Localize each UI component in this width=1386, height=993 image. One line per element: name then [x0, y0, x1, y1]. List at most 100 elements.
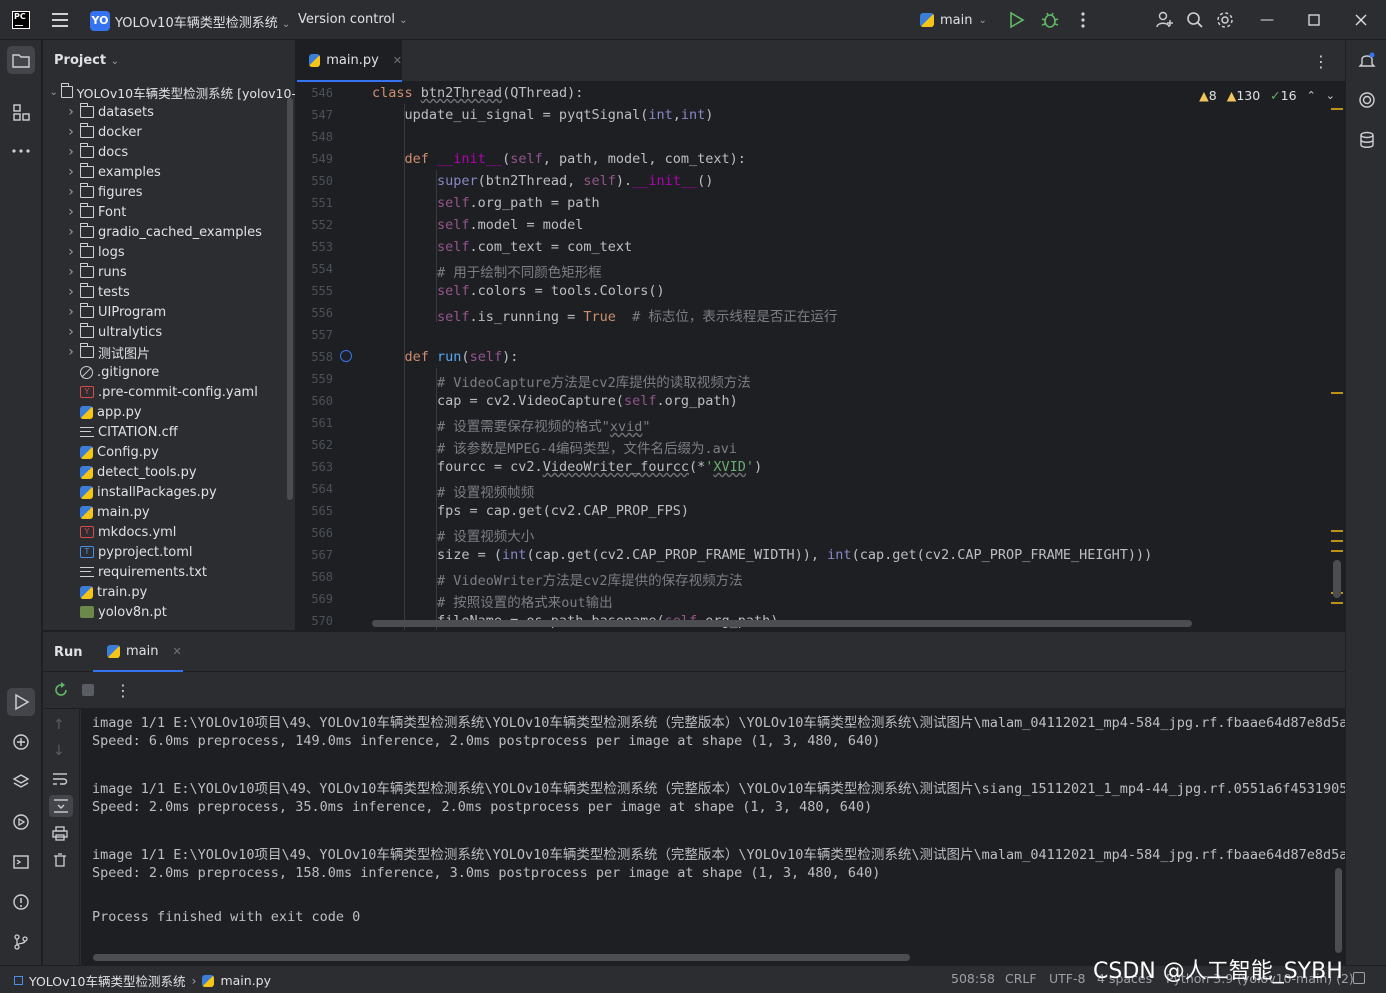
line-number[interactable]: 557	[297, 328, 333, 342]
console-vertical-scrollbar[interactable]	[1335, 868, 1342, 953]
file-encoding[interactable]: UTF-8	[1049, 971, 1085, 986]
breadcrumb-project[interactable]: YOLOv10车辆类型检测系统	[29, 971, 185, 990]
up-arrow-icon[interactable]: ↑	[53, 717, 65, 733]
line-number[interactable]: 567	[297, 548, 333, 562]
run-config-selector[interactable]: main ⌄	[920, 10, 987, 30]
line-number[interactable]: 563	[297, 460, 333, 474]
line-number[interactable]: 562	[297, 438, 333, 452]
more-tools-icon[interactable]	[7, 137, 35, 165]
project-tool-icon[interactable]	[7, 46, 35, 74]
database-icon[interactable]	[1353, 126, 1381, 154]
line-separator[interactable]: CRLF	[1005, 971, 1037, 986]
next-highlight-icon[interactable]: ⌄	[1326, 89, 1335, 102]
minimize-button[interactable]: —	[1257, 10, 1277, 30]
tree-file[interactable]: app.py	[43, 402, 295, 422]
structure-icon[interactable]	[7, 98, 35, 126]
print-icon[interactable]	[52, 825, 68, 841]
run-tab-main[interactable]: main ✕	[93, 632, 183, 672]
tree-folder[interactable]: › figures	[43, 182, 295, 202]
problems-icon[interactable]	[7, 888, 35, 916]
tree-folder[interactable]: › examples	[43, 162, 295, 182]
lock-icon[interactable]	[1353, 972, 1365, 984]
line-number[interactable]: 554	[297, 262, 333, 276]
add-user-icon[interactable]	[1155, 10, 1175, 30]
project-panel-header[interactable]: Project ⌄	[43, 40, 295, 82]
python-packages-icon[interactable]	[7, 728, 35, 756]
line-number[interactable]: 549	[297, 152, 333, 166]
console-horizontal-scrollbar[interactable]	[93, 954, 910, 961]
tab-options-icon[interactable]: ⋮	[1313, 52, 1329, 71]
tree-file[interactable]: .gitignore	[43, 362, 295, 382]
settings-gear-icon[interactable]	[1215, 10, 1235, 30]
line-number[interactable]: 552	[297, 218, 333, 232]
main-menu-icon[interactable]	[52, 13, 68, 27]
caret-position[interactable]: 508:58	[951, 971, 995, 986]
line-number[interactable]: 559	[297, 372, 333, 386]
tree-folder[interactable]: › tests	[43, 282, 295, 302]
tree-folder[interactable]: › UIProgram	[43, 302, 295, 322]
git-icon[interactable]	[7, 928, 35, 956]
layers-icon[interactable]	[7, 768, 35, 796]
line-number[interactable]: 565	[297, 504, 333, 518]
down-arrow-icon[interactable]: ↓	[53, 743, 65, 759]
tree-root[interactable]: ⌄ YOLOv10车辆类型检测系统 [yolov10-	[43, 82, 295, 102]
version-control-menu[interactable]: Version control ⌄	[298, 12, 408, 27]
tree-folder[interactable]: › docs	[43, 142, 295, 162]
project-selector[interactable]: YOLOv10车辆类型检测系统 ⌄	[115, 12, 290, 31]
services-icon[interactable]	[7, 808, 35, 836]
tree-file[interactable]: Ymkdocs.yml	[43, 522, 295, 542]
tree-file[interactable]: CITATION.cff	[43, 422, 295, 442]
project-badge[interactable]: YO	[90, 11, 110, 31]
line-number[interactable]: 564	[297, 482, 333, 496]
stop-icon[interactable]	[82, 684, 94, 696]
tree-file[interactable]: Config.py	[43, 442, 295, 462]
line-number[interactable]: 569	[297, 592, 333, 606]
line-number[interactable]: 568	[297, 570, 333, 584]
tree-file[interactable]: train.py	[43, 582, 295, 602]
tree-folder[interactable]: › runs	[43, 262, 295, 282]
inspection-widget[interactable]: ▲8 ▲130 ✓16 ⌃ ⌄	[1199, 88, 1335, 103]
more-actions-icon[interactable]: ⋮	[115, 681, 131, 700]
console-output[interactable]: image 1/1 E:\YOLOv10项目\49、YOLOv10车辆类型检测系…	[81, 709, 1345, 966]
line-number[interactable]: 550	[297, 174, 333, 188]
ai-assistant-icon[interactable]	[1353, 86, 1381, 114]
line-number[interactable]: 570	[297, 614, 333, 628]
line-number[interactable]: 560	[297, 394, 333, 408]
tree-folder[interactable]: › docker	[43, 122, 295, 142]
line-number[interactable]: 548	[297, 130, 333, 144]
debug-icon[interactable]	[1040, 10, 1060, 30]
search-icon[interactable]	[1185, 10, 1205, 30]
terminal-icon[interactable]	[7, 848, 35, 876]
tree-file[interactable]: requirements.txt	[43, 562, 295, 582]
line-number[interactable]: 558	[297, 350, 333, 364]
line-number[interactable]: 555	[297, 284, 333, 298]
project-scrollbar[interactable]	[287, 98, 293, 500]
scroll-to-end-icon[interactable]	[49, 795, 73, 817]
soft-wrap-icon[interactable]	[52, 772, 68, 786]
editor-horizontal-scrollbar[interactable]	[372, 620, 1192, 627]
tree-folder[interactable]: › datasets	[43, 102, 295, 122]
maximize-button[interactable]	[1304, 10, 1324, 30]
tree-folder[interactable]: › logs	[43, 242, 295, 262]
previous-highlight-icon[interactable]: ⌃	[1307, 89, 1316, 102]
editor-vertical-scrollbar[interactable]	[1333, 560, 1341, 598]
tree-file[interactable]: Tpyproject.toml	[43, 542, 295, 562]
method-override-icon[interactable]	[340, 350, 352, 362]
run-tool-icon[interactable]	[7, 688, 35, 716]
tree-file[interactable]: detect_tools.py	[43, 462, 295, 482]
tree-file[interactable]: main.py	[43, 502, 295, 522]
close-tab-icon[interactable]: ✕	[393, 54, 402, 67]
line-number[interactable]: 553	[297, 240, 333, 254]
tree-file[interactable]: Y .pre-commit-config.yaml	[43, 382, 295, 402]
breadcrumb-file[interactable]: main.py	[220, 973, 271, 988]
line-number[interactable]: 547	[297, 108, 333, 122]
close-window-button[interactable]	[1351, 10, 1371, 30]
tree-folder[interactable]: › 测试图片	[43, 342, 295, 362]
tree-file[interactable]: yolov8n.pt	[43, 602, 295, 622]
close-tab-icon[interactable]: ✕	[172, 645, 181, 658]
line-number[interactable]: 566	[297, 526, 333, 540]
rerun-icon[interactable]	[53, 682, 69, 698]
notifications-icon[interactable]	[1353, 46, 1381, 74]
line-number[interactable]: 546	[297, 86, 333, 100]
tree-file[interactable]: installPackages.py	[43, 482, 295, 502]
